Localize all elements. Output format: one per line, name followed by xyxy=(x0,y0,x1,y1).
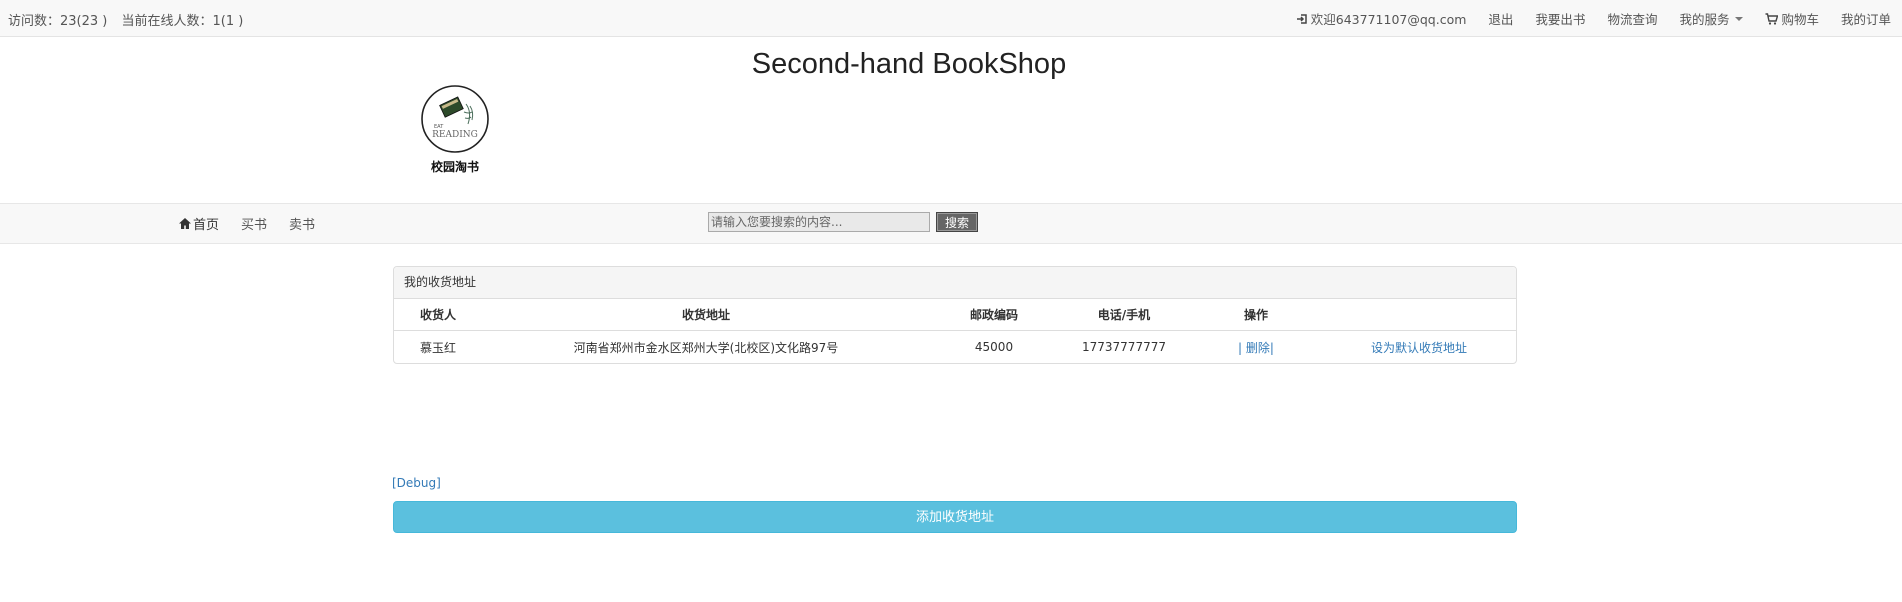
col-recipient: 收货人 xyxy=(394,299,482,331)
logistics-link[interactable]: 物流查询 xyxy=(1596,9,1668,28)
address-table: 收货人 收货地址 邮政编码 电话/手机 操作 慕玉红 河南省郑州市金水区郑州大学… xyxy=(394,299,1516,363)
online-count: 当前在线人数：1(1 ) xyxy=(121,14,244,29)
default-cell: 设为默认收货地址 xyxy=(1322,331,1516,364)
nav-links: 首页 买书 卖书 xyxy=(178,214,337,233)
separator-left: | xyxy=(1238,340,1243,355)
search-input[interactable] xyxy=(708,212,930,232)
logo-text: 校园淘书 xyxy=(430,160,479,174)
services-dropdown[interactable]: 我的服务 xyxy=(1668,9,1754,28)
add-address-button[interactable]: 添加收货地址 xyxy=(393,501,1517,533)
login-icon xyxy=(1296,13,1307,24)
table-row: 慕玉红 河南省郑州市金水区郑州大学(北校区)文化路97号 45000 17737… xyxy=(394,331,1516,364)
col-phone: 电话/手机 xyxy=(1058,299,1190,331)
cart-link[interactable]: 购物车 xyxy=(1754,9,1830,28)
actions-cell: | 删除| xyxy=(1190,331,1322,364)
welcome-link[interactable]: 欢迎643771107@qq.com xyxy=(1285,9,1478,28)
site-stats: 访问数：23(23 ) 当前在线人数：1(1 ) xyxy=(8,10,253,29)
top-bar: 访问数：23(23 ) 当前在线人数：1(1 ) 欢迎643771107@qq.… xyxy=(0,0,1902,37)
delete-link[interactable]: 删除 xyxy=(1246,341,1270,355)
sell-book-link[interactable]: 我要出书 xyxy=(1524,9,1596,28)
logout-link[interactable]: 退出 xyxy=(1477,9,1524,28)
address-panel: 我的收货地址 收货人 收货地址 邮政编码 电话/手机 操作 慕玉红 河南省郑州市… xyxy=(393,266,1517,364)
cart-icon xyxy=(1765,12,1779,25)
panel-title: 我的收货地址 xyxy=(394,267,1516,299)
services-label: 我的服务 xyxy=(1679,12,1730,27)
site-title: Second-hand BookShop xyxy=(751,48,1067,80)
postcode-cell: 45000 xyxy=(974,340,1014,354)
search-form: 搜索 xyxy=(708,212,979,232)
nav-home[interactable]: 首页 xyxy=(178,214,219,233)
visit-count: 访问数：23(23 ) xyxy=(8,14,108,29)
col-actions: 操作 xyxy=(1190,299,1322,331)
logo-word: READING xyxy=(432,130,478,140)
home-icon xyxy=(179,218,191,229)
col-default xyxy=(1322,299,1516,331)
nav-sell[interactable]: 卖书 xyxy=(289,214,315,233)
main-nav: 首页 买书 卖书 搜索 xyxy=(0,203,1902,244)
col-postcode: 邮政编码 xyxy=(930,299,1058,331)
table-header-row: 收货人 收货地址 邮政编码 电话/手机 操作 xyxy=(394,299,1516,331)
cart-label: 购物车 xyxy=(1781,12,1819,27)
top-nav: 欢迎643771107@qq.com 退出 我要出书 物流查询 我的服务 购物车… xyxy=(1285,9,1902,28)
orders-link[interactable]: 我的订单 xyxy=(1830,9,1902,28)
set-default-link[interactable]: 设为默认收货地址 xyxy=(1371,341,1467,355)
search-button[interactable]: 搜索 xyxy=(936,212,979,232)
welcome-text: 欢迎643771107@qq.com xyxy=(1310,12,1467,27)
caret-down-icon xyxy=(1735,16,1744,21)
nav-home-label: 首页 xyxy=(193,218,220,233)
logo[interactable]: EAT READING xyxy=(420,84,490,154)
nav-buy[interactable]: 买书 xyxy=(241,214,267,233)
debug-link[interactable]: [Debug] xyxy=(392,476,441,490)
phone-cell: 17737777777 xyxy=(1082,340,1166,354)
address-cell: 河南省郑州市金水区郑州大学(北校区)文化路97号 xyxy=(573,340,839,355)
recipient-cell: 慕玉红 xyxy=(419,340,456,355)
separator-right: | xyxy=(1269,340,1274,355)
col-address: 收货地址 xyxy=(482,299,930,331)
